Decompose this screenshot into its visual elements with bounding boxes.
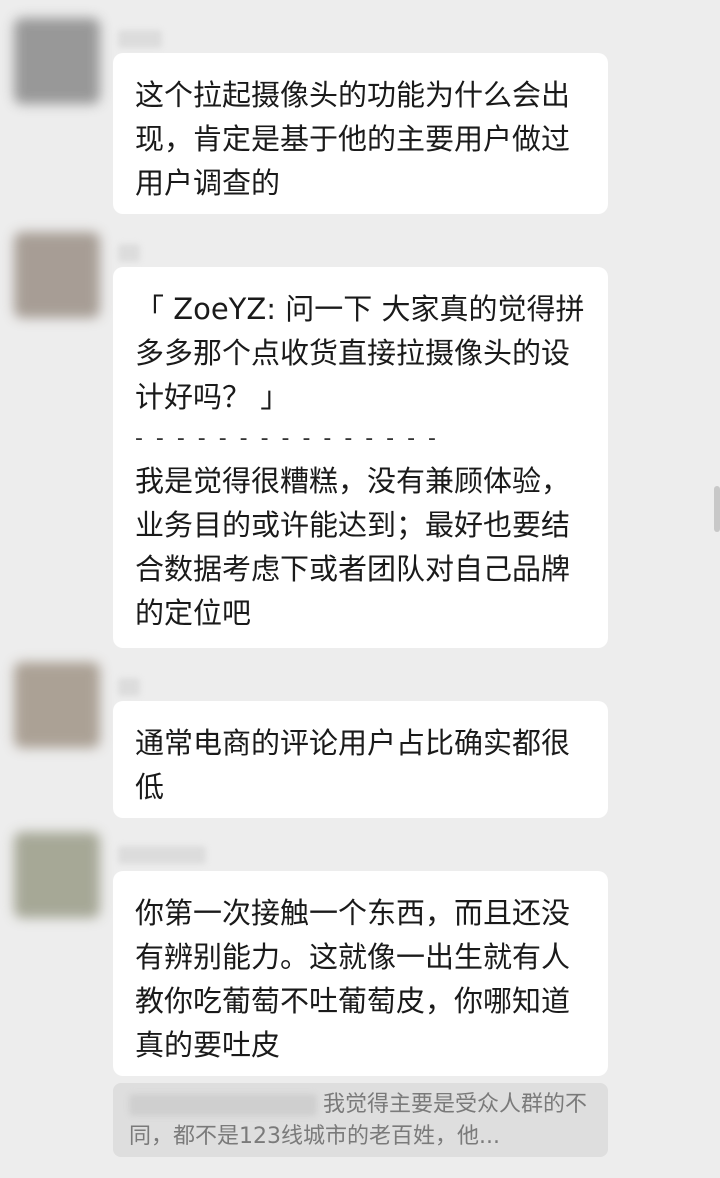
message-bubble[interactable]: 这个拉起摄像头的功能为什么会出现，肯定是基于他的主要用户做过用户调查的 bbox=[113, 53, 608, 214]
message-bubble[interactable]: 你第一次接触一个东西，而且还没有辨别能力。这就像一出生就有人教你吃葡萄不吐葡萄皮… bbox=[113, 871, 608, 1076]
sender-name-blurred bbox=[118, 846, 206, 864]
scrollbar[interactable] bbox=[714, 486, 720, 532]
message-bubble[interactable]: 通常电商的评论用户占比确实都很低 bbox=[113, 701, 608, 818]
sender-name-blurred bbox=[118, 244, 140, 262]
message-bubble[interactable]: 「 ZoeYZ: 问一下 大家真的觉得拼多多那个点收货直接拉摄像头的设计好吗？ … bbox=[113, 267, 608, 648]
avatar[interactable] bbox=[14, 232, 100, 318]
sender-name-blurred bbox=[118, 678, 140, 696]
quote-separator: - - - - - - - - - - - - - - - bbox=[135, 426, 439, 451]
quoted-sender-blurred bbox=[129, 1094, 317, 1116]
message-text: 通常电商的评论用户占比确实都很低 bbox=[135, 726, 571, 804]
avatar[interactable] bbox=[14, 662, 100, 748]
message-text: 你第一次接触一个东西，而且还没有辨别能力。这就像一出生就有人教你吃葡萄不吐葡萄皮… bbox=[135, 896, 571, 1062]
sender-name-blurred bbox=[118, 30, 162, 48]
message-text: 我是觉得很糟糕，没有兼顾体验，业务目的或许能达到；最好也要结合数据考虑下或者团队… bbox=[135, 464, 571, 630]
avatar[interactable] bbox=[14, 18, 100, 104]
quoted-reply-preview[interactable]: 我觉得主要是受众人群的不同，都不是123线城市的老百姓，他... bbox=[113, 1083, 608, 1157]
avatar[interactable] bbox=[14, 832, 100, 918]
message-text: 这个拉起摄像头的功能为什么会出现，肯定是基于他的主要用户做过用户调查的 bbox=[135, 78, 571, 200]
quoted-message: 「 ZoeYZ: 问一下 大家真的觉得拼多多那个点收货直接拉摄像头的设计好吗？ … bbox=[135, 292, 585, 414]
